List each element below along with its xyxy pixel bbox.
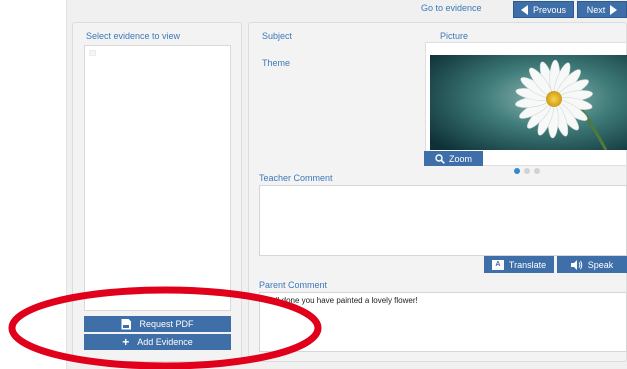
evidence-list[interactable] [84, 45, 231, 311]
translate-button[interactable]: A Translate [484, 256, 554, 273]
parent-comment-text: Well done you have painted a lovely flow… [264, 296, 418, 305]
carousel-dot[interactable] [534, 168, 540, 174]
zoom-label: Zoom [448, 153, 472, 164]
evidence-list-item[interactable] [89, 50, 96, 56]
speak-button[interactable]: Speak [557, 256, 627, 273]
next-button[interactable]: Next [577, 1, 627, 18]
speaker-icon [570, 259, 582, 270]
add-evidence-label: Add Evidence [137, 337, 193, 347]
previous-button-label: Prevous [532, 4, 567, 15]
next-button-label: Next [586, 4, 606, 15]
picture-label: Picture [440, 31, 469, 41]
carousel-dots [514, 168, 540, 174]
search-icon [435, 153, 445, 164]
evidence-picture[interactable] [430, 55, 627, 150]
add-evidence-button[interactable]: + Add Evidence [84, 334, 231, 350]
go-to-evidence-link[interactable]: Go to evidence [421, 3, 482, 13]
request-pdf-label: Request PDF [139, 319, 194, 329]
app-screen: Go to evidence Prevous Next Select evide… [0, 0, 627, 369]
translate-icon: A [491, 259, 504, 270]
next-arrow-icon [610, 4, 618, 15]
teacher-comment-label: Teacher Comment [259, 173, 333, 183]
theme-label: Theme [262, 58, 291, 68]
parent-comment-label: Parent Comment [259, 280, 328, 290]
teacher-comment-box[interactable] [259, 185, 627, 256]
carousel-dot[interactable] [524, 168, 530, 174]
zoom-button[interactable]: Zoom [424, 151, 483, 166]
carousel-dot[interactable] [514, 168, 520, 174]
speak-label: Speak [587, 259, 614, 270]
plus-icon: + [122, 335, 130, 349]
prev-arrow-icon [520, 4, 528, 15]
subject-label: Subject [262, 31, 293, 41]
previous-button[interactable]: Prevous [513, 1, 574, 18]
evidence-panel-title: Select evidence to view [86, 31, 181, 41]
translate-label: Translate [508, 259, 547, 270]
request-pdf-button[interactable]: Request PDF [84, 316, 231, 332]
pdf-icon [121, 318, 132, 330]
